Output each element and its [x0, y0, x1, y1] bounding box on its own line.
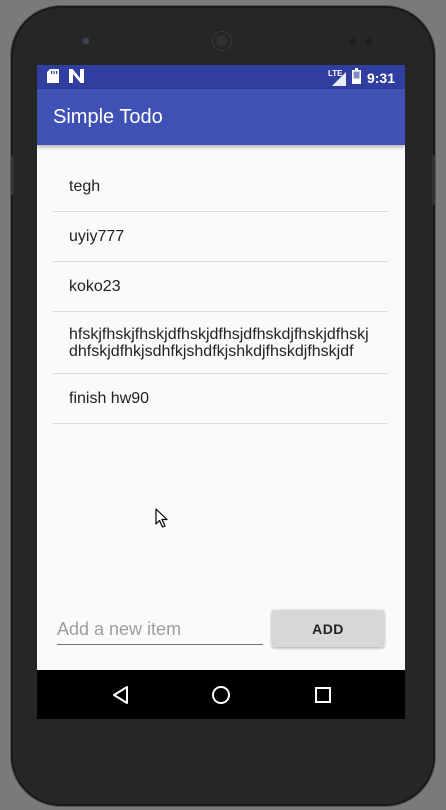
todo-item[interactable]: uyiy777: [53, 212, 388, 262]
lte-signal-icon: LTE: [328, 69, 346, 86]
light-sensor: [365, 38, 372, 45]
proximity-sensor: [349, 38, 356, 45]
sd-card-icon: [47, 69, 59, 88]
todo-item[interactable]: koko23: [53, 262, 388, 312]
app-screen: LTE 9:31 Simple Todo tegh uyiy777 koko23…: [37, 65, 405, 719]
todo-item[interactable]: finish hw90: [53, 374, 388, 424]
navigation-bar: [37, 670, 405, 719]
todo-list[interactable]: tegh uyiy777 koko23 hfskjfhskjfhskjdfhsk…: [53, 162, 388, 424]
app-bar: Simple Todo: [37, 89, 405, 145]
todo-item-text: finish hw90: [69, 390, 150, 407]
front-camera: [81, 36, 91, 46]
new-item-input[interactable]: [57, 614, 263, 645]
todo-item[interactable]: tegh: [53, 162, 388, 212]
status-bar: LTE 9:31: [37, 65, 405, 89]
todo-item-text: tegh: [69, 178, 101, 195]
power-button: [432, 155, 435, 205]
mouse-cursor-icon: [155, 508, 169, 533]
todo-item-text: uyiy777: [69, 228, 125, 245]
back-icon[interactable]: [107, 682, 133, 708]
n-notification-icon: [69, 69, 84, 88]
earpiece-speaker: [212, 31, 232, 51]
todo-item-text: hfskjfhskjfhskjdfhskjdfhsjdfhskdjfhskjdf…: [69, 325, 369, 360]
todo-item-text: koko23: [69, 278, 121, 295]
app-title: Simple Todo: [53, 106, 163, 128]
battery-icon: [351, 68, 361, 87]
add-item-row: ADD: [57, 608, 387, 648]
home-icon[interactable]: [208, 682, 234, 708]
add-button[interactable]: ADD: [272, 610, 384, 647]
clock: 9:31: [366, 69, 395, 86]
volume-button: [11, 155, 14, 195]
recents-icon[interactable]: [310, 682, 336, 708]
todo-item[interactable]: hfskjfhskjfhskjdfhskjdfhsjdfhskdjfhskjdf…: [53, 312, 388, 374]
